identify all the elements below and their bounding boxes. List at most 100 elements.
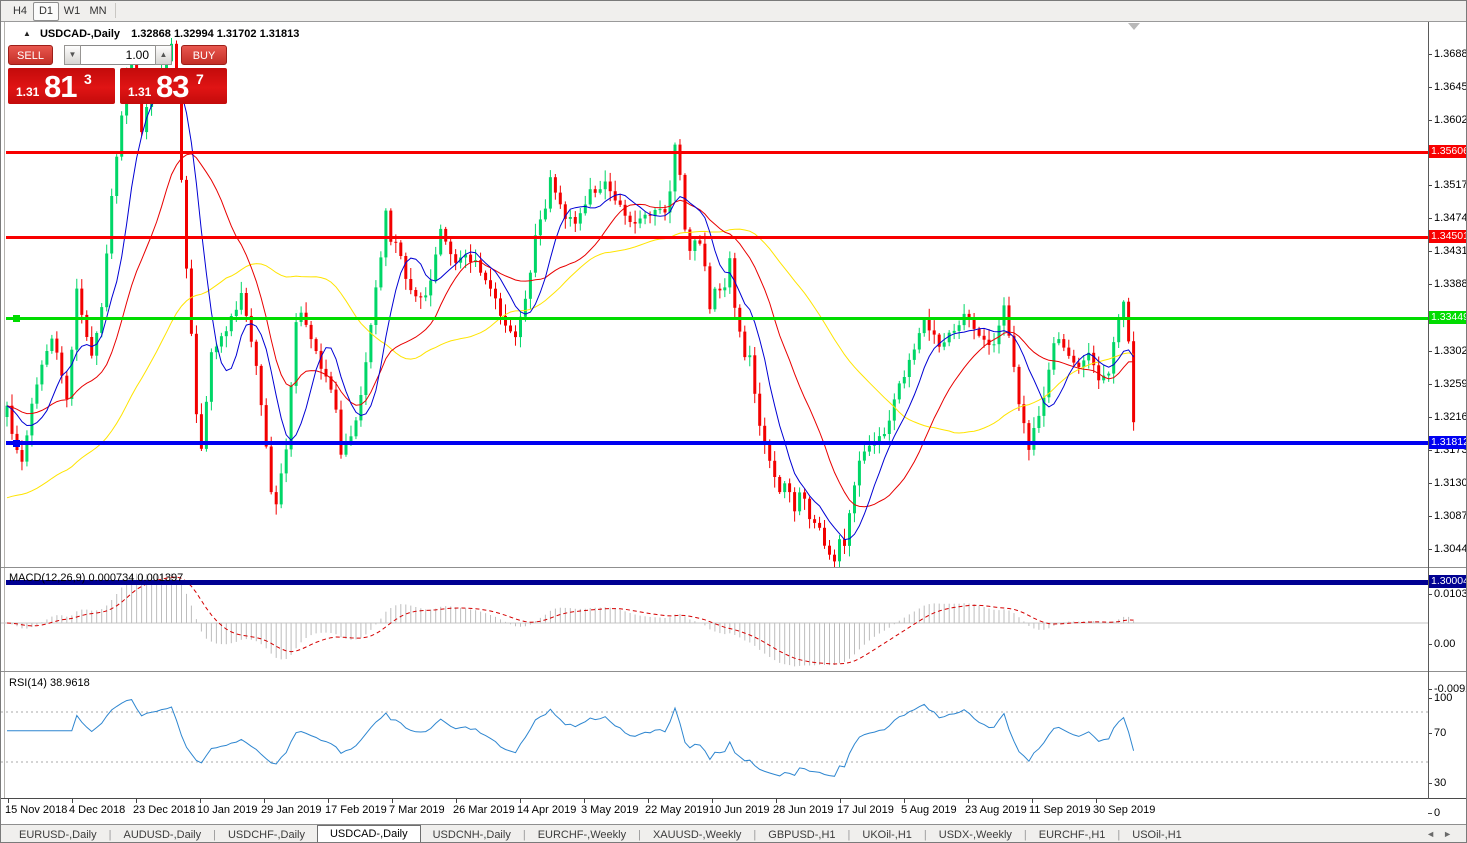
rsi-pane-svg[interactable] — [1, 673, 1428, 798]
time-tick-mark — [72, 799, 73, 803]
chart-tab-usdcnh-daily[interactable]: USDCNH-,Daily — [421, 826, 523, 842]
price-line-label-1.33449: 1.33449 — [1429, 311, 1466, 324]
sell-button[interactable]: SELL — [8, 45, 53, 65]
chart-tab-eurchf-weekly[interactable]: EURCHF-,Weekly — [526, 826, 638, 842]
horizontal-line-1.35606[interactable] — [6, 151, 1428, 154]
time-tick-mark — [584, 799, 585, 803]
line-handle[interactable] — [13, 315, 20, 322]
one-click-trading-panel: SELL ▼ ▲ BUY 1.31 81 3 1.31 83 7 — [8, 45, 227, 122]
chart-title: ▲ USDCAD-,Daily 1.32868 1.32994 1.31702 … — [23, 28, 299, 40]
price-tick-label: 1.33020 — [1434, 345, 1466, 357]
chart-tab-usdcad-daily[interactable]: USDCAD-,Daily — [316, 825, 421, 842]
pane-divider[interactable] — [1, 671, 1466, 672]
time-label: 10 Jan 2019 — [197, 804, 258, 816]
time-tick-mark — [136, 799, 137, 803]
chart-tab-ukoil-h1[interactable]: UKOil-,H1 — [850, 826, 924, 842]
time-label: 4 Dec 2018 — [69, 804, 126, 816]
time-label: 22 May 2019 — [645, 804, 709, 816]
timeframe-button-h4[interactable]: H4 — [7, 2, 33, 21]
time-tick-mark — [776, 799, 777, 803]
pane-divider[interactable] — [1, 567, 1466, 568]
buy-price-pips: 83 — [156, 69, 189, 104]
time-tick-mark — [712, 799, 713, 803]
time-tick-mark — [456, 799, 457, 803]
time-axis[interactable]: 15 Nov 2018 4 Dec 2018 23 Dec 2018 10 Jan 2… — [1, 799, 1466, 824]
toolbar-separator — [115, 3, 116, 18]
price-tick-label: 1.36450 — [1434, 81, 1466, 93]
tabs: EURUSD-,Daily | AUDUSD-,Daily | USDCHF-,Dail… — [7, 825, 1194, 842]
price-tick-label: 1.32590 — [1434, 378, 1466, 390]
time-label: 10 Jun 2019 — [709, 804, 770, 816]
time-tick-mark — [8, 799, 9, 803]
price-tick-label: 1.30440 — [1434, 543, 1466, 555]
time-label: 17 Jul 2019 — [837, 804, 894, 816]
time-label: 23 Dec 2018 — [133, 804, 196, 816]
price-tick-label: 1.32160 — [1434, 411, 1466, 423]
tab-scroll-left-icon[interactable]: ◄ — [1426, 829, 1443, 839]
chart-tab-usdchf-daily[interactable]: USDCHF-,Daily — [216, 826, 317, 842]
time-label: 11 Sep 2019 — [1029, 804, 1091, 816]
price-tick-label: 1.30870 — [1434, 510, 1466, 522]
chart-tab-usdx-weekly[interactable]: USDX-,Weekly — [927, 826, 1024, 842]
time-tick-mark — [1032, 799, 1033, 803]
rsi-label: RSI(14) 38.9618 — [9, 677, 90, 689]
chart-window[interactable]: ▲ USDCAD-,Daily 1.32868 1.32994 1.31702 … — [1, 22, 1467, 824]
time-tick-mark — [520, 799, 521, 803]
chart-tab-audusd-daily[interactable]: AUDUSD-,Daily — [111, 826, 213, 842]
chart-tab-gbpusd-h1[interactable]: GBPUSD-,H1 — [756, 826, 847, 842]
horizontal-line-1.33449[interactable] — [6, 317, 1428, 320]
buy-button[interactable]: BUY — [181, 45, 227, 65]
time-axis-line — [1, 798, 1466, 799]
chart-tab-usoil-h1[interactable]: USOil-,H1 — [1120, 826, 1194, 842]
rsi-axis-label: 100 — [1434, 692, 1453, 704]
time-label: 23 Aug 2019 — [965, 804, 1027, 816]
mt4-chart-screen: H4 D1 W1 MN ▲ USDCAD-,Daily 1.32868 1.32994… — [0, 0, 1467, 843]
chart-tab-xauusd-weekly[interactable]: XAUUSD-,Weekly — [641, 826, 753, 842]
chart-tab-eurusd-daily[interactable]: EURUSD-,Daily — [7, 826, 109, 842]
tab-scroll-right-icon[interactable]: ► — [1443, 829, 1460, 839]
macd-label: MACD(12,26,9) 0.000734 0.001397 — [9, 572, 184, 584]
chart-ohlc-values: 1.32868 1.32994 1.31702 1.31813 — [131, 28, 300, 40]
time-tick-mark — [328, 799, 329, 803]
volume-decrease-button[interactable]: ▼ — [64, 45, 81, 65]
buy-price-box[interactable]: 1.31 83 7 — [120, 68, 227, 104]
time-tick-mark — [904, 799, 905, 803]
one-click-panel-toggle-icon[interactable]: ▲ — [23, 29, 31, 38]
price-tick-label: 1.33880 — [1434, 278, 1466, 290]
price-line-label-1.35606: 1.35606 — [1429, 145, 1466, 158]
timeframe-toolbar: H4 D1 W1 MN — [1, 1, 1466, 22]
price-tick-label: 1.31300 — [1434, 477, 1466, 489]
time-label: 5 Aug 2019 — [901, 804, 957, 816]
horizontal-line-1.30004[interactable] — [6, 580, 1428, 585]
buy-price-prefix: 1.31 — [128, 85, 152, 99]
time-tick-mark — [392, 799, 393, 803]
timeframe-button-d1[interactable]: D1 — [33, 2, 59, 21]
price-line-label-1.30004: 1.30004 — [1429, 575, 1466, 588]
tab-scroll-arrows[interactable]: ◄► — [1426, 829, 1460, 839]
sell-price-prefix: 1.31 — [16, 85, 40, 99]
time-label: 14 Apr 2019 — [517, 804, 577, 816]
rsi-axis-label: 30 — [1434, 777, 1447, 789]
line-handle[interactable] — [13, 440, 20, 447]
time-label: 7 Mar 2019 — [389, 804, 445, 816]
time-tick-mark — [264, 799, 265, 803]
time-label: 17 Feb 2019 — [325, 804, 387, 816]
horizontal-line-1.34501[interactable] — [6, 236, 1428, 239]
chart-tab-eurchf-h1[interactable]: EURCHF-,H1 — [1027, 826, 1118, 842]
time-label: 15 Nov 2018 — [5, 804, 68, 816]
price-line-label-1.31812: 1.31812 — [1429, 436, 1466, 449]
time-tick-mark — [1096, 799, 1097, 803]
time-tick-mark — [840, 799, 841, 803]
macd-axis-max: 0.010311 — [1434, 588, 1467, 600]
volume-input[interactable] — [81, 45, 155, 65]
sell-price-box[interactable]: 1.31 81 3 — [8, 68, 115, 104]
price-tick-label: 1.36020 — [1434, 114, 1466, 126]
sell-price-point: 3 — [84, 71, 92, 87]
timeframe-button-w1[interactable]: W1 — [59, 2, 85, 21]
timeframe-button-mn[interactable]: MN — [85, 2, 111, 21]
chart-shift-marker[interactable] — [1128, 23, 1140, 30]
price-line-label-1.34501: 1.34501 — [1429, 230, 1466, 243]
horizontal-line-1.31812[interactable] — [6, 441, 1428, 445]
volume-increase-button[interactable]: ▲ — [155, 45, 172, 65]
time-label: 3 May 2019 — [581, 804, 639, 816]
